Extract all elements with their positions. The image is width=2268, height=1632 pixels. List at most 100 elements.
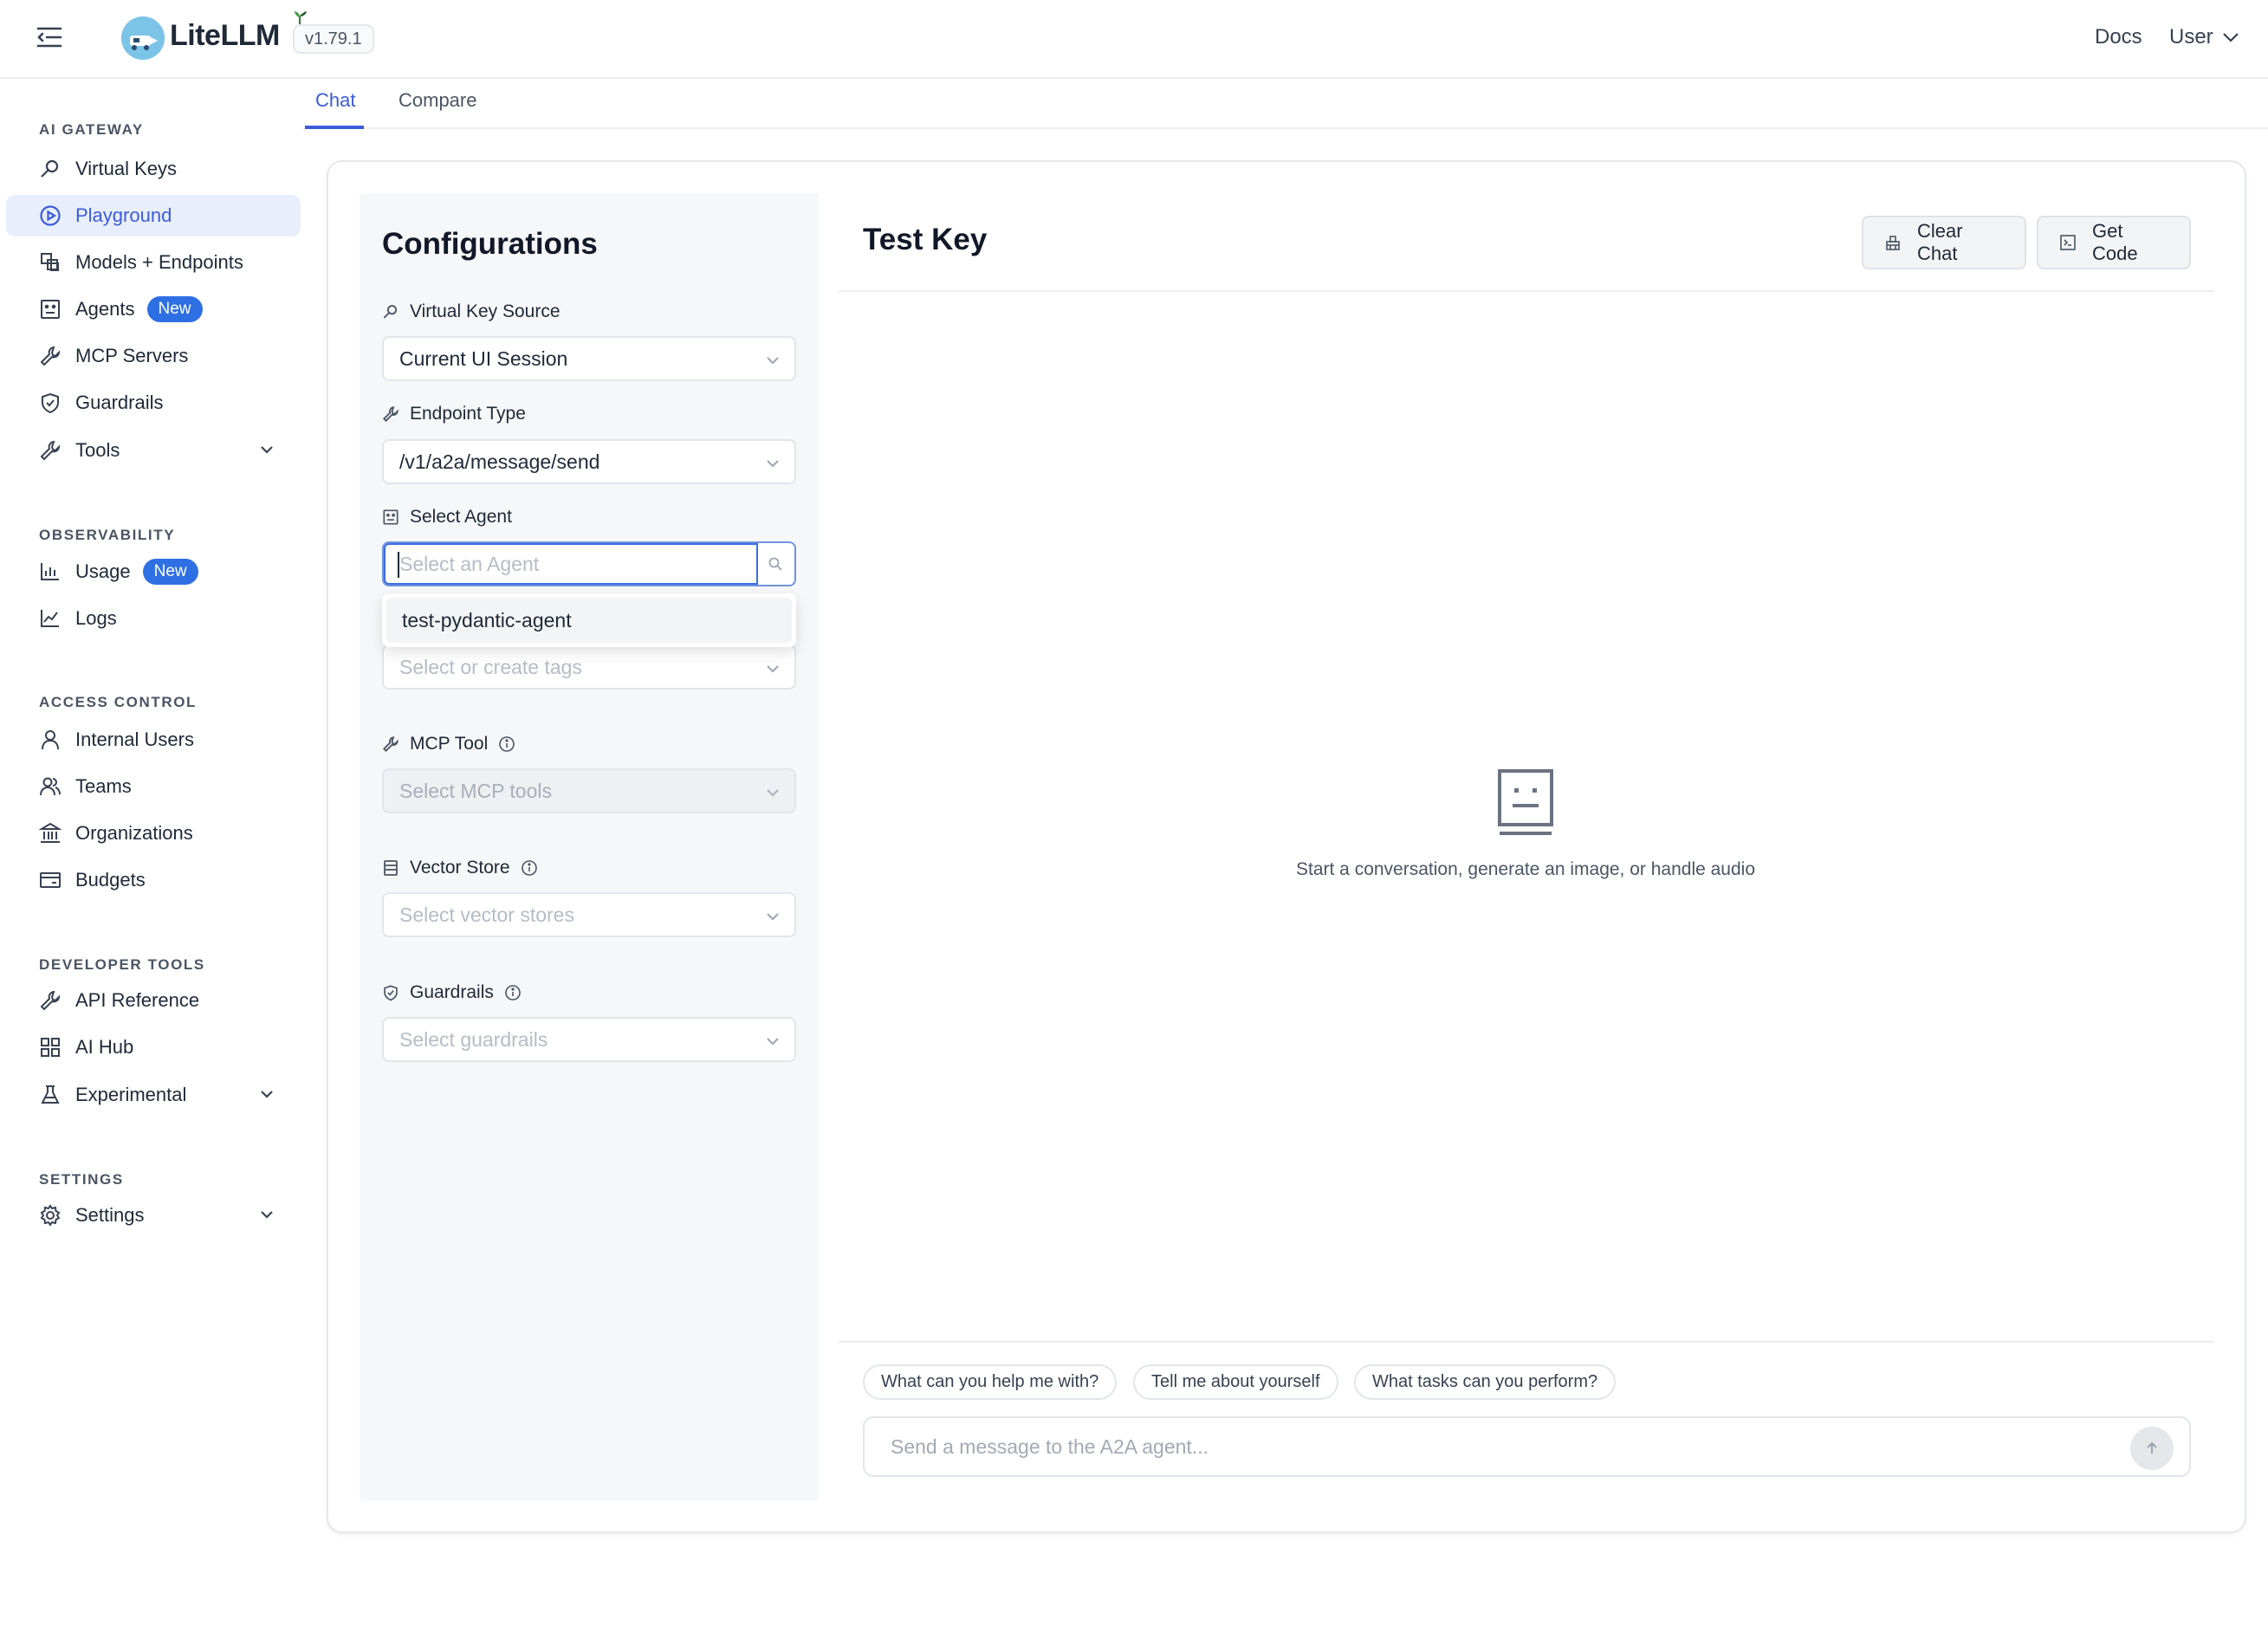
- section-developer-tools: DEVELOPER TOOLS: [39, 956, 205, 973]
- api-icon: [39, 989, 62, 1012]
- sidebar-item-label: Logs: [75, 607, 117, 629]
- tab-compare[interactable]: Compare: [399, 89, 476, 112]
- play-circle-icon: [39, 204, 62, 227]
- chat-divider-top: [839, 290, 2214, 292]
- sidebar-item-internal-users[interactable]: Internal Users: [6, 719, 301, 761]
- tab-chat[interactable]: Chat: [315, 89, 355, 112]
- sidebar-item-label: MCP Servers: [75, 345, 189, 366]
- select-placeholder: Select or create tags: [399, 655, 582, 678]
- field-label-text: Virtual Key Source: [410, 301, 561, 321]
- tags-select[interactable]: Select or create tags: [382, 644, 796, 690]
- wrench-icon: [39, 345, 62, 367]
- user-menu[interactable]: User: [2169, 25, 2239, 49]
- bar-chart-icon: [39, 560, 62, 583]
- sidebar-item-virtual-keys[interactable]: Virtual Keys: [6, 148, 301, 190]
- suggestion-chip[interactable]: What can you help me with?: [863, 1364, 1118, 1400]
- select-placeholder: Select vector stores: [399, 903, 574, 926]
- tool-icon: [39, 439, 62, 462]
- sidebar-item-mcp-servers[interactable]: MCP Servers: [6, 335, 301, 377]
- mcp-tool-select[interactable]: Select MCP tools: [382, 768, 796, 813]
- select-agent-label: Select Agent: [382, 507, 512, 528]
- sidebar-item-playground[interactable]: Playground: [6, 195, 301, 236]
- wrench-icon: [382, 735, 399, 753]
- sidebar-item-api-reference[interactable]: API Reference: [6, 980, 301, 1021]
- endpoint-type-select[interactable]: /v1/a2a/message/send: [382, 439, 796, 484]
- info-icon[interactable]: [498, 735, 515, 753]
- sidebar-item-usage[interactable]: Usage New: [6, 551, 301, 593]
- key-icon: [39, 158, 62, 180]
- empty-state-text: Start a conversation, generate an image,…: [1296, 859, 1756, 879]
- field-label-text: Select Agent: [410, 507, 512, 527]
- gear-icon: [39, 1204, 62, 1227]
- shield-icon: [382, 984, 399, 1001]
- agent-search-button[interactable]: [756, 543, 794, 585]
- get-code-button[interactable]: Get Code: [2037, 216, 2191, 269]
- docs-link[interactable]: Docs: [2095, 25, 2142, 49]
- clear-chat-label: Clear Chat: [1917, 220, 1963, 264]
- sidebar-item-label: API Reference: [75, 989, 200, 1011]
- chevron-down-icon: [259, 1086, 275, 1102]
- text-caret: [398, 552, 399, 578]
- sidebar: AI GATEWAY Virtual Keys Playground Model…: [0, 80, 303, 1632]
- section-access-control: ACCESS CONTROL: [39, 694, 198, 710]
- sidebar-item-guardrails[interactable]: Guardrails: [6, 382, 301, 424]
- section-settings: SETTINGS: [39, 1171, 124, 1188]
- sidebar-item-budgets[interactable]: Budgets: [6, 859, 301, 901]
- flask-icon: [39, 1084, 62, 1106]
- team-icon: [39, 775, 62, 798]
- sidebar-item-ai-hub[interactable]: AI Hub: [6, 1026, 301, 1068]
- new-badge: New: [146, 296, 203, 322]
- sidebar-item-label: Organizations: [75, 822, 193, 844]
- sidebar-item-teams[interactable]: Teams: [6, 766, 301, 807]
- logo-icon: [121, 16, 165, 60]
- agent-dropdown: test-pydantic-agent: [382, 593, 796, 647]
- field-label-text: Endpoint Type: [410, 404, 526, 424]
- vector-store-select[interactable]: Select vector stores: [382, 892, 796, 937]
- get-code-label: Get Code: [2092, 220, 2138, 264]
- virtual-key-source-label: Virtual Key Source: [382, 301, 561, 322]
- sidebar-item-label: Teams: [75, 775, 132, 797]
- chevron-down-icon: [765, 456, 781, 471]
- sidebar-item-experimental[interactable]: Experimental: [6, 1074, 301, 1116]
- sidebar-item-tools[interactable]: Tools: [6, 430, 301, 471]
- section-observability: OBSERVABILITY: [39, 527, 176, 543]
- virtual-key-source-select[interactable]: Current UI Session: [382, 336, 796, 381]
- sidebar-item-organizations[interactable]: Organizations: [6, 813, 301, 854]
- sidebar-item-label: AI Hub: [75, 1036, 134, 1058]
- sidebar-item-settings[interactable]: Settings: [6, 1195, 301, 1236]
- user-icon: [39, 729, 62, 751]
- field-label-text: Guardrails: [410, 982, 494, 1002]
- agent-search: Select an Agent: [382, 541, 796, 586]
- robot-icon: [39, 298, 62, 321]
- message-input[interactable]: Send a message to the A2A agent...: [891, 1435, 1209, 1459]
- send-button[interactable]: [2130, 1427, 2174, 1470]
- line-chart-icon: [39, 607, 62, 630]
- clear-icon: [1884, 234, 1902, 251]
- clear-chat-button[interactable]: Clear Chat: [1862, 216, 2026, 269]
- blocks-icon: [39, 251, 62, 274]
- bank-icon: [39, 822, 62, 845]
- info-icon[interactable]: [504, 984, 522, 1001]
- sidebar-item-agents[interactable]: Agents New: [6, 288, 301, 330]
- suggestion-chip[interactable]: What tasks can you perform?: [1354, 1364, 1617, 1400]
- agent-search-input[interactable]: Select an Agent: [384, 543, 758, 585]
- menu-toggle-icon[interactable]: [35, 24, 64, 50]
- code-icon: [2059, 234, 2077, 251]
- guardrails-select[interactable]: Select guardrails: [382, 1017, 796, 1062]
- sidebar-item-label: Agents: [75, 298, 135, 320]
- message-input-box[interactable]: Send a message to the A2A agent...: [863, 1416, 2191, 1477]
- robot-icon: [382, 508, 399, 526]
- sidebar-item-logs[interactable]: Logs: [6, 598, 301, 639]
- credit-card-icon: [39, 869, 62, 891]
- mcp-tool-label: MCP Tool: [382, 734, 515, 754]
- version-badge: v1.79.1: [293, 24, 374, 54]
- sidebar-item-models-endpoints[interactable]: Models + Endpoints: [6, 242, 301, 283]
- vector-store-label: Vector Store: [382, 858, 538, 878]
- suggestion-chip[interactable]: Tell me about yourself: [1133, 1364, 1338, 1400]
- info-icon[interactable]: [521, 859, 538, 877]
- agent-option[interactable]: test-pydantic-agent: [386, 598, 792, 643]
- sidebar-item-label: Virtual Keys: [75, 158, 177, 179]
- robot-icon: [1495, 767, 1556, 838]
- database-icon: [382, 859, 399, 877]
- chevron-down-icon: [765, 1033, 781, 1049]
